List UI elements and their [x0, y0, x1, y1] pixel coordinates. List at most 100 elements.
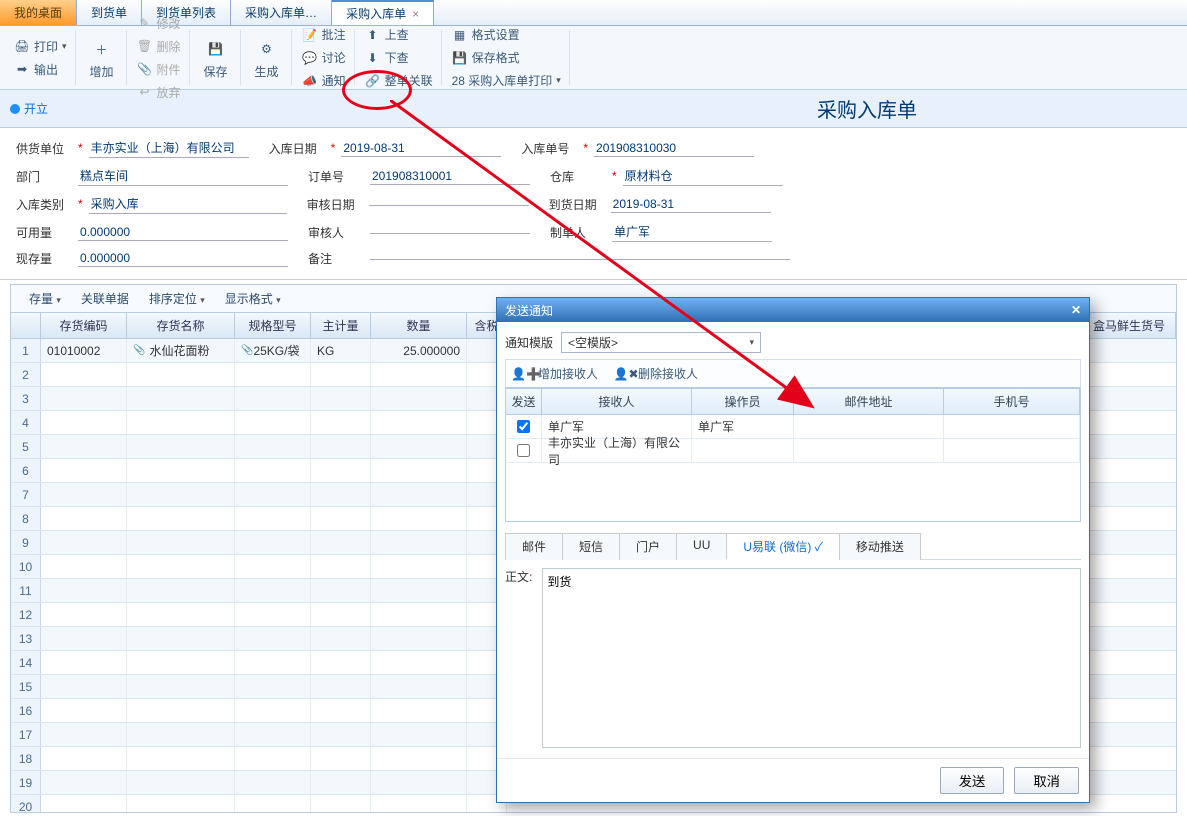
saveformat-button[interactable]: 💾保存格式: [448, 47, 565, 68]
cell-spec[interactable]: 📎 25KG/袋: [235, 339, 311, 362]
cell-name[interactable]: [127, 363, 235, 386]
modify-button[interactable]: ✎修改: [133, 13, 185, 34]
attach-button[interactable]: 📎附件: [133, 59, 185, 80]
cell-spec[interactable]: [235, 699, 311, 722]
cell-spec[interactable]: [235, 507, 311, 530]
cell-name[interactable]: [127, 699, 235, 722]
cell-spec[interactable]: [235, 771, 311, 794]
cell-name[interactable]: 📎 水仙花面粉: [127, 339, 235, 362]
cell-qty[interactable]: [371, 579, 467, 602]
tab-desktop[interactable]: 我的桌面: [0, 0, 77, 25]
send-checkbox[interactable]: [517, 420, 530, 433]
remark-value[interactable]: [370, 257, 790, 260]
cell-unit[interactable]: [311, 723, 371, 746]
cell-qty[interactable]: [371, 771, 467, 794]
cell-name[interactable]: [127, 555, 235, 578]
discuss-button[interactable]: 💬讨论: [298, 47, 350, 68]
intype-value[interactable]: 采购入库: [89, 194, 287, 214]
cell-spec[interactable]: [235, 555, 311, 578]
printtpl-button[interactable]: 28 采购入库单打印▾: [448, 70, 565, 91]
cell-unit[interactable]: [311, 531, 371, 554]
cell-name[interactable]: [127, 651, 235, 674]
cell-spec[interactable]: [235, 651, 311, 674]
cell-qty[interactable]: 25.000000: [371, 339, 467, 362]
cell-qty[interactable]: [371, 435, 467, 458]
auditdate-value[interactable]: [369, 203, 529, 206]
save-button[interactable]: 💾保存: [196, 33, 236, 82]
cell-unit[interactable]: [311, 507, 371, 530]
cell-unit[interactable]: [311, 483, 371, 506]
cell-qty[interactable]: [371, 459, 467, 482]
cell-unit[interactable]: KG: [311, 339, 371, 362]
cell-unit[interactable]: [311, 459, 371, 482]
docno-value[interactable]: 201908310030: [594, 140, 754, 157]
relate-button[interactable]: 🔗整单关联: [361, 70, 437, 91]
send-button[interactable]: 发送: [940, 767, 1005, 794]
template-select[interactable]: <空模版>▾: [561, 332, 761, 353]
cell-spec[interactable]: [235, 387, 311, 410]
cell-spec[interactable]: [235, 603, 311, 626]
orderno-value[interactable]: 201908310001: [370, 168, 530, 185]
cell-name[interactable]: [127, 747, 235, 770]
display-format-button[interactable]: 显示格式 ▾: [217, 288, 289, 309]
cell-code[interactable]: [41, 579, 127, 602]
col-spec[interactable]: 规格型号: [235, 313, 311, 338]
cell-unit[interactable]: [311, 579, 371, 602]
body-textarea[interactable]: [542, 568, 1081, 748]
cell-code[interactable]: [41, 435, 127, 458]
cell-code[interactable]: [41, 723, 127, 746]
cell-code[interactable]: [41, 675, 127, 698]
cell-spec[interactable]: [235, 795, 311, 813]
auditor-value[interactable]: [370, 231, 530, 234]
cell-code[interactable]: [41, 507, 127, 530]
cell-code[interactable]: [41, 411, 127, 434]
cell-name[interactable]: [127, 771, 235, 794]
lookup-button[interactable]: ⬆上查: [361, 24, 437, 45]
sort-button[interactable]: 排序定位 ▾: [141, 288, 213, 309]
cell-spec[interactable]: [235, 483, 311, 506]
cell-spec[interactable]: [235, 435, 311, 458]
cell-qty[interactable]: [371, 531, 467, 554]
tab-sms[interactable]: 短信: [562, 533, 620, 560]
tab-push[interactable]: 移动推送: [839, 533, 921, 560]
cell-qty[interactable]: [371, 675, 467, 698]
cell-name[interactable]: [127, 675, 235, 698]
cell-code[interactable]: [41, 531, 127, 554]
cell-code[interactable]: [41, 747, 127, 770]
notify-button[interactable]: 📣通知: [298, 70, 350, 91]
close-icon[interactable]: ×: [412, 7, 419, 21]
cell-name[interactable]: [127, 507, 235, 530]
output-button[interactable]: ➡输出: [10, 59, 71, 80]
cell-unit[interactable]: [311, 747, 371, 770]
cell-unit[interactable]: [311, 387, 371, 410]
cell-code[interactable]: [41, 387, 127, 410]
cell-unit[interactable]: [311, 771, 371, 794]
recipient-row[interactable]: 丰亦实业（上海）有限公司: [506, 439, 1080, 463]
cell-name[interactable]: [127, 723, 235, 746]
dept-value[interactable]: 糕点车间: [78, 166, 288, 186]
cell-code[interactable]: [41, 363, 127, 386]
cell-qty[interactable]: [371, 603, 467, 626]
cell-code[interactable]: [41, 795, 127, 813]
cell-qty[interactable]: [371, 507, 467, 530]
cell-name[interactable]: [127, 795, 235, 813]
tab-mail[interactable]: 邮件: [505, 533, 563, 560]
dialog-title-bar[interactable]: 发送通知 ✕: [497, 298, 1089, 322]
cell-qty[interactable]: [371, 555, 467, 578]
col-name[interactable]: 存货名称: [127, 313, 235, 338]
cell-qty[interactable]: [371, 411, 467, 434]
tab-purchase-prev[interactable]: 采购入库单…: [231, 0, 332, 25]
cell-unit[interactable]: [311, 627, 371, 650]
cell-unit[interactable]: [311, 651, 371, 674]
cell-qty[interactable]: [371, 483, 467, 506]
cell-spec[interactable]: [235, 675, 311, 698]
cell-spec[interactable]: [235, 579, 311, 602]
add-recipient-button[interactable]: 👤➕增加接收人: [514, 363, 602, 384]
cell-unit[interactable]: [311, 363, 371, 386]
cell-qty[interactable]: [371, 747, 467, 770]
cell-unit[interactable]: [311, 435, 371, 458]
cell-unit[interactable]: [311, 555, 371, 578]
cell-spec[interactable]: [235, 723, 311, 746]
format-button[interactable]: ▦格式设置: [448, 24, 565, 45]
cell-name[interactable]: [127, 387, 235, 410]
